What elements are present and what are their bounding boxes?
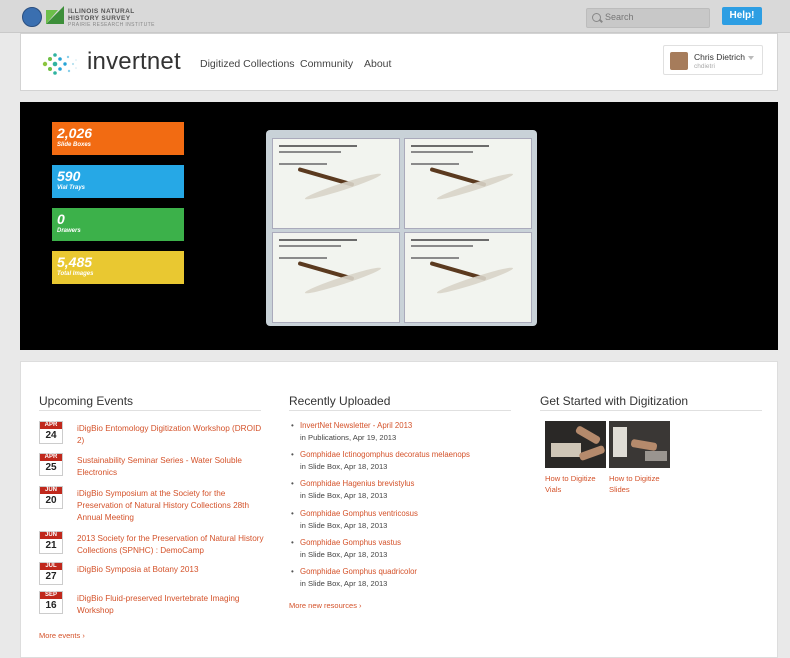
- help-button[interactable]: Help!: [722, 7, 762, 25]
- site-logo-text[interactable]: invertnet: [87, 48, 181, 76]
- list-item: Gomphidae Gomphus ventricosus in Slide B…: [289, 509, 489, 530]
- avatar: [670, 52, 688, 70]
- chevron-down-icon: [748, 56, 754, 60]
- slide-photo: [272, 138, 400, 229]
- stat-total-images[interactable]: 5,485 Total Images: [52, 251, 184, 284]
- resource-link[interactable]: Gomphidae Gomphus ventricosus: [289, 509, 489, 518]
- how-to-digitize-slides-link[interactable]: How to Digitize Slides: [609, 473, 660, 495]
- calendar-date-icon: APR 24: [39, 421, 63, 444]
- specimen-slide-image[interactable]: [266, 130, 537, 326]
- org-name[interactable]: ILLINOIS NATURAL HISTORY SURVEY PRAIRIE …: [68, 8, 155, 29]
- hero-banner: 2,026 Slide Boxes 590 Vial Trays 0 Drawe…: [20, 102, 778, 350]
- stat-drawers[interactable]: 0 Drawers: [52, 208, 184, 241]
- calendar-date-icon: JUL 27: [39, 562, 63, 585]
- more-resources-link[interactable]: More new resources ›: [289, 601, 362, 610]
- resource-link[interactable]: Gomphidae Gomphus vastus: [289, 538, 489, 547]
- recently-uploaded-heading: Recently Uploaded: [289, 394, 391, 408]
- resource-link[interactable]: InvertNet Newsletter - April 2013: [289, 421, 489, 430]
- divider: [39, 410, 261, 411]
- state-seal-icon[interactable]: [22, 7, 42, 27]
- nav-community[interactable]: Community: [300, 58, 353, 70]
- get-started-heading: Get Started with Digitization: [540, 394, 689, 408]
- nav-digitized-collections[interactable]: Digitized Collections: [200, 58, 295, 70]
- list-item: Gomphidae Hagenius brevistylus in Slide …: [289, 479, 489, 500]
- list-item: Gomphidae Gomphus vastus in Slide Box, A…: [289, 538, 489, 559]
- user-handle: chdietri: [694, 63, 715, 70]
- event-link[interactable]: Sustainability Seminar Series - Water So…: [77, 455, 267, 479]
- calendar-date-icon: JUN 20: [39, 486, 63, 509]
- resource-link[interactable]: Gomphidae Hagenius brevistylus: [289, 479, 489, 488]
- slide-photo: [404, 138, 532, 229]
- calendar-date-icon: SEP 16: [39, 591, 63, 614]
- nav-about[interactable]: About: [364, 58, 391, 70]
- event-link[interactable]: iDigBio Fluid-preserved Invertebrate Ima…: [77, 593, 267, 617]
- event-link[interactable]: iDigBio Symposium at the Society for the…: [77, 488, 267, 524]
- search-icon: [592, 13, 601, 22]
- event-link[interactable]: iDigBio Entomology Digitization Workshop…: [77, 423, 267, 447]
- video-thumbnail-slides[interactable]: [609, 421, 670, 468]
- calendar-date-icon: APR 25: [39, 453, 63, 476]
- resource-link[interactable]: Gomphidae Gomphus quadricolor: [289, 567, 489, 576]
- user-name: Chris Dietrich: [694, 52, 746, 62]
- top-utility-bar: ILLINOIS NATURAL HISTORY SURVEY PRAIRIE …: [0, 0, 790, 33]
- list-item: InvertNet Newsletter - April 2013 in Pub…: [289, 421, 489, 442]
- event-link[interactable]: 2013 Society for the Preservation of Nat…: [77, 533, 267, 557]
- content-panel: Upcoming Events APR 24 iDigBio Entomolog…: [20, 361, 778, 658]
- list-item: Gomphidae Ictinogomphus decoratus melaen…: [289, 450, 489, 471]
- stat-slide-boxes[interactable]: 2,026 Slide Boxes: [52, 122, 184, 155]
- search-input[interactable]: Search: [586, 8, 710, 28]
- user-menu[interactable]: Chris Dietrich chdietri: [663, 45, 763, 75]
- upcoming-events-heading: Upcoming Events: [39, 394, 134, 408]
- event-link[interactable]: iDigBio Symposia at Botany 2013: [77, 564, 267, 576]
- site-header: invertnet Digitized Collections Communit…: [20, 33, 778, 91]
- how-to-digitize-vials-link[interactable]: How to Digitize Vials: [545, 473, 596, 495]
- slide-photo: [404, 232, 532, 323]
- slide-photo: [272, 232, 400, 323]
- divider: [289, 410, 511, 411]
- invertnet-logo-icon[interactable]: [39, 50, 81, 78]
- divider: [540, 410, 762, 411]
- inhs-logo-icon[interactable]: [46, 6, 64, 24]
- resource-link[interactable]: Gomphidae Ictinogomphus decoratus melaen…: [289, 450, 489, 459]
- more-events-link[interactable]: More events ›: [39, 631, 85, 640]
- video-thumbnail-vials[interactable]: [545, 421, 606, 468]
- list-item: Gomphidae Gomphus quadricolor in Slide B…: [289, 567, 489, 588]
- calendar-date-icon: JUN 21: [39, 531, 63, 554]
- stat-vial-trays[interactable]: 590 Vial Trays: [52, 165, 184, 198]
